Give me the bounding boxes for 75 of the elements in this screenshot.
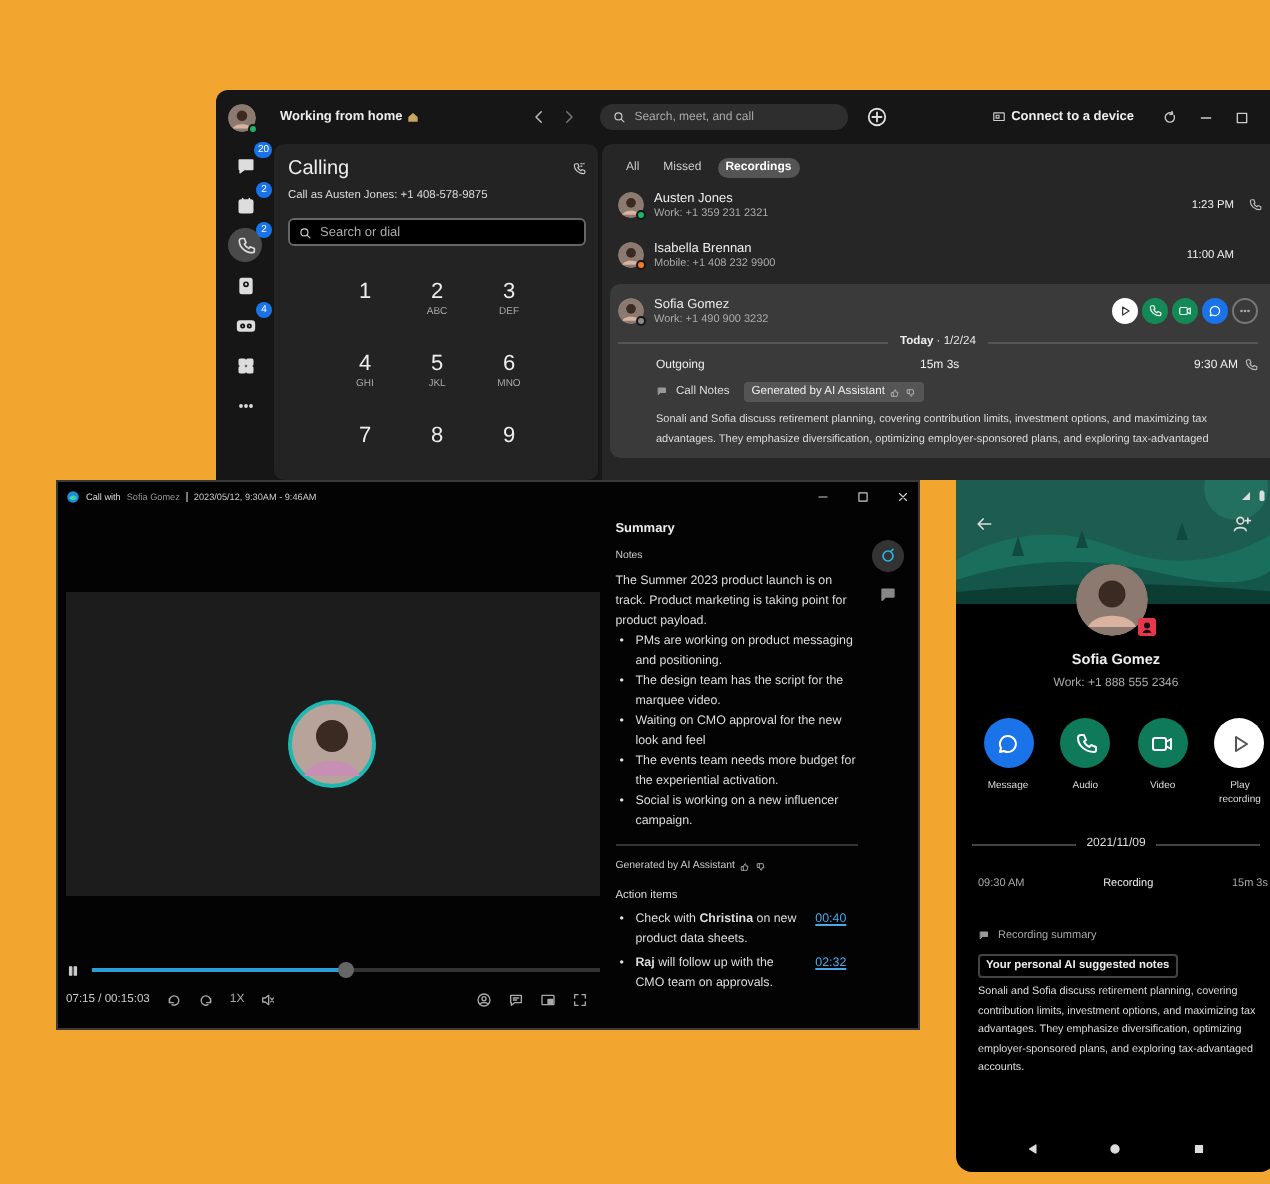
- nav-button[interactable]: [228, 228, 262, 262]
- play-button[interactable]: [1112, 298, 1138, 324]
- sync-icon[interactable]: [1162, 109, 1178, 125]
- device-icon: [991, 110, 1006, 124]
- apps-icon: [235, 355, 255, 375]
- dial-key[interactable]: 8: [401, 424, 473, 472]
- dial-phone-icon[interactable]: [572, 162, 586, 176]
- nav-back-icon[interactable]: [1026, 1142, 1041, 1156]
- fast-forward-icon[interactable]: [197, 992, 214, 1008]
- house-icon: [406, 110, 421, 124]
- dial-key[interactable]: 9: [473, 424, 545, 472]
- profile-icon[interactable]: [475, 992, 492, 1008]
- avatar: [288, 700, 377, 788]
- action-button[interactable]: [1060, 718, 1111, 768]
- chat-bubble-icon: [1208, 304, 1222, 318]
- chat-icon: [235, 155, 255, 175]
- notes-icon: [878, 586, 899, 606]
- search-icon: [612, 110, 627, 124]
- thumbs-down-icon[interactable]: [756, 861, 767, 871]
- signal-icon: [1240, 490, 1252, 502]
- pause-icon[interactable]: [66, 963, 80, 977]
- avatar: [1076, 564, 1148, 636]
- thumbs-up-icon[interactable]: [740, 861, 751, 871]
- phone-icon[interactable]: [1248, 198, 1262, 212]
- video-call-button[interactable]: [1172, 298, 1198, 324]
- play-icon: [1118, 304, 1132, 318]
- action-button[interactable]: [983, 718, 1033, 768]
- video-camera-icon: [1150, 731, 1175, 755]
- rewind-icon[interactable]: [165, 992, 182, 1008]
- app-logo: [66, 490, 80, 504]
- ai-assistant-icon: [878, 546, 899, 566]
- message-button[interactable]: [1202, 298, 1228, 324]
- chat-bubble-icon: [996, 731, 1020, 755]
- contact-icon[interactable]: [1232, 514, 1252, 534]
- thumbs-down-icon[interactable]: [906, 387, 917, 397]
- maximize-icon[interactable]: [1234, 109, 1250, 125]
- maximize-icon[interactable]: [856, 490, 870, 504]
- contacts-icon: [235, 275, 255, 295]
- phone-icon[interactable]: [1244, 358, 1258, 372]
- close-icon[interactable]: [896, 490, 910, 504]
- calendar-icon: [235, 195, 255, 215]
- video-camera-icon: [1178, 304, 1192, 318]
- notes-icon: [978, 930, 990, 942]
- notes-icon: [656, 386, 668, 398]
- battery-icon: [1256, 490, 1268, 502]
- thumbs-up-icon[interactable]: [890, 387, 901, 397]
- progress-thumb[interactable]: [337, 962, 354, 978]
- volume-icon[interactable]: [260, 992, 277, 1008]
- fullscreen-icon[interactable]: [571, 992, 588, 1008]
- avatar: [618, 298, 644, 324]
- action-button[interactable]: [1137, 718, 1188, 768]
- call-button[interactable]: [1142, 298, 1168, 324]
- forward-icon[interactable]: [560, 108, 579, 126]
- action-button[interactable]: [1214, 718, 1265, 768]
- search-icon: [298, 225, 312, 239]
- dial-key[interactable]: 1: [329, 280, 401, 328]
- nav-recent-icon[interactable]: [1191, 1142, 1206, 1156]
- nav-home-icon[interactable]: [1108, 1142, 1123, 1156]
- picture-in-picture-icon[interactable]: [539, 992, 556, 1008]
- avatar: [618, 192, 644, 218]
- avatar: [618, 242, 644, 268]
- add-icon[interactable]: [865, 106, 888, 128]
- caption-icon[interactable]: [507, 992, 524, 1008]
- dial-key[interactable]: 7: [329, 424, 401, 472]
- panel-title: Calling: [288, 158, 350, 180]
- phone-icon: [1148, 304, 1162, 318]
- more-icon: [1238, 304, 1252, 318]
- side-tool[interactable]: [872, 540, 905, 572]
- avatar: [228, 103, 256, 131]
- voicemail-icon: [235, 315, 255, 335]
- phone-icon: [1073, 731, 1098, 755]
- back-arrow-icon[interactable]: [974, 514, 994, 534]
- minimize-icon[interactable]: [816, 490, 830, 504]
- status-badge: [1138, 618, 1156, 636]
- phone-icon: [235, 235, 255, 255]
